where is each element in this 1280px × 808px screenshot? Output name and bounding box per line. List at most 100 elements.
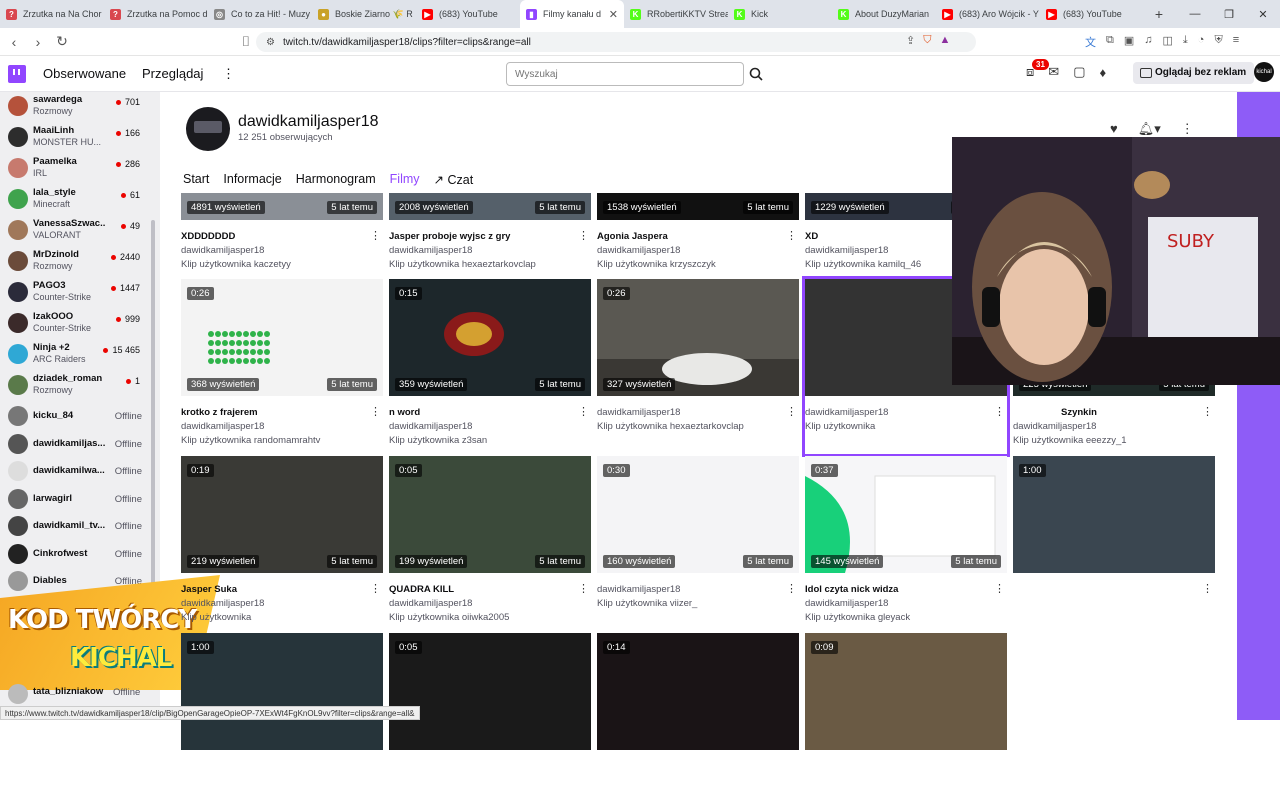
clip-channel[interactable]: dawidkamiljasper18 xyxy=(389,421,472,432)
clip-more-icon[interactable]: ⋮ xyxy=(1202,405,1213,418)
translate-icon[interactable]: 文 xyxy=(1085,34,1096,50)
browse-link[interactable]: Przeglądaj xyxy=(142,66,203,81)
clip-thumbnail[interactable]: 0:05 xyxy=(389,633,591,750)
clip-thumbnail[interactable]: 0:37 145 wyświetleń 5 lat temu xyxy=(805,456,1007,573)
clip-card[interactable]: 1538 wyświetleń 5 lat temu Agonia Jaspera d… xyxy=(597,103,799,278)
clip-thumbnail[interactable]: 0:30 160 wyświetleń 5 lat temu xyxy=(597,456,799,573)
clip-title[interactable]: Jasper Suka xyxy=(181,584,361,595)
sidebar-channel-item[interactable]: MrDzinold Rozmowy 2440 xyxy=(0,247,160,275)
sidebar-channel-item[interactable]: Ninja +2 ARC Raiders 15 465 xyxy=(0,340,160,368)
reload-icon[interactable]: ↻ xyxy=(52,33,72,50)
clip-more-icon[interactable]: ⋮ xyxy=(786,229,797,242)
ad-free-button[interactable]: Oglądaj bez reklam xyxy=(1133,62,1255,84)
following-link[interactable]: Obserwowane xyxy=(43,66,126,81)
whispers-icon[interactable]: ✉ xyxy=(1048,64,1059,80)
sidebar-channel-item[interactable]: VanessaSzwac... VALORANT 49 xyxy=(0,216,160,244)
vpn-icon[interactable]: ⛨ xyxy=(1214,34,1222,50)
clip-author[interactable]: Klip użytkownika hexaeztarkovclap xyxy=(389,259,536,270)
clip-title[interactable]: Agonia Jaspera xyxy=(597,231,777,242)
clip-more-icon[interactable]: ⋮ xyxy=(370,582,381,595)
clip-author[interactable]: Klip użytkownika eeezzy_1 xyxy=(1013,435,1127,446)
clip-more-icon[interactable]: ⋮ xyxy=(578,405,589,418)
clip-card[interactable]: 0:37 145 wyświetleń 5 lat temu Idol czyta n… xyxy=(805,456,1007,631)
sidebar-channel-item[interactable]: Paamelka IRL 286 xyxy=(0,154,160,182)
sidebar-channel-item[interactable]: dawidkamil_tv... Offline xyxy=(0,512,160,540)
chat-bubble-icon[interactable]: ▢ xyxy=(1073,64,1085,80)
minimize-icon[interactable]: — xyxy=(1178,8,1212,20)
sidebar-channel-item[interactable]: dawidkamiljas... Offline xyxy=(0,430,160,458)
sidebar-channel-item[interactable]: sawardega Rozmowy 701 xyxy=(0,92,160,120)
clip-thumbnail[interactable]: 0:26 327 wyświetleń xyxy=(597,279,799,396)
clip-title[interactable]: XDDDDDDD xyxy=(181,231,361,242)
restore-icon[interactable]: ❐ xyxy=(1212,8,1246,21)
clip-more-icon[interactable]: ⋮ xyxy=(786,405,797,418)
clip-author[interactable]: Klip użytkownika xyxy=(181,612,251,623)
clip-channel[interactable]: dawidkamiljasper18 xyxy=(1013,421,1096,432)
close-tab-icon[interactable]: ✕ xyxy=(609,8,618,21)
clip-author[interactable]: Klip użytkownika gleyack xyxy=(805,612,910,623)
clip-thumbnail[interactable]: 4891 wyświetleń 5 lat temu xyxy=(181,193,383,220)
rewards-icon[interactable]: ▲ xyxy=(939,34,950,47)
clip-author[interactable]: Klip użytkownika hexaeztarkovclap xyxy=(597,421,744,432)
clip-author[interactable]: Klip użytkownika xyxy=(805,421,875,432)
clip-channel[interactable]: dawidkamiljasper18 xyxy=(181,421,264,432)
browser-tab[interactable]: K RRobertiKKTV Strea xyxy=(624,0,728,28)
clip-thumbnail[interactable]: 2008 wyświetleń 5 lat temu xyxy=(389,193,591,220)
clip-channel[interactable]: dawidkamiljasper18 xyxy=(597,245,680,256)
clip-more-icon[interactable]: ⋮ xyxy=(370,405,381,418)
clip-thumbnail[interactable]: 0:15 359 wyświetleń 5 lat temu xyxy=(389,279,591,396)
clip-card[interactable]: 0:09 xyxy=(805,633,1007,808)
clip-card[interactable]: 0:05 199 wyświetleń 5 lat temu QUADRA KILL d… xyxy=(389,456,591,631)
sidebar-channel-item[interactable]: kicku_84 Offline xyxy=(0,402,160,430)
clip-channel[interactable]: dawidkamiljasper18 xyxy=(389,245,472,256)
bookmark-icon[interactable]: ⌷ xyxy=(236,33,256,50)
sidebar-channel-item[interactable]: IzakOOO Counter-Strike 999 xyxy=(0,309,160,337)
download-icon[interactable]: ⤓ xyxy=(1183,34,1188,50)
sidebar-channel-item[interactable]: Cinkrofwest Offline xyxy=(0,540,160,568)
browser-tab[interactable]: ◎ Co to za Hit! - Muzy xyxy=(208,0,312,28)
sidebar-toggle-icon[interactable]: ◫ xyxy=(1163,34,1173,50)
browser-tab[interactable]: ▶ (683) YouTube xyxy=(1040,0,1144,28)
channel-avatar[interactable] xyxy=(8,684,28,704)
extension-icon[interactable]: ⧉ xyxy=(1106,34,1114,50)
menu-icon[interactable]: ≡ xyxy=(1233,34,1239,50)
clip-card[interactable]: 0:26 327 wyświetleń dawidkamiljasper18 Klip… xyxy=(597,279,799,454)
clip-title[interactable]: n word xyxy=(389,407,569,418)
sidebar-channel-item[interactable]: larwagirl Offline xyxy=(0,485,160,513)
clip-author[interactable]: Klip użytkownika kamilq_46 xyxy=(805,259,921,270)
browser-tab[interactable]: ▶ (683) Aro Wójcik - Y xyxy=(936,0,1040,28)
close-window-icon[interactable]: ✕ xyxy=(1246,8,1280,21)
clip-channel[interactable]: dawidkamiljasper18 xyxy=(805,407,888,418)
clip-thumbnail[interactable]: 1538 wyświetleń 5 lat temu xyxy=(597,193,799,220)
clip-more-icon[interactable]: ⋮ xyxy=(994,405,1005,418)
clip-channel[interactable]: dawidkamiljasper18 xyxy=(805,598,888,609)
clip-thumbnail[interactable]: 0:26 368 wyświetleń 5 lat temu xyxy=(181,279,383,396)
clip-card[interactable]: 0:05 xyxy=(389,633,591,808)
clip-author[interactable]: Klip użytkownika viizer_ xyxy=(597,598,697,609)
clip-channel[interactable]: dawidkamiljasper18 xyxy=(181,598,264,609)
browser-tab[interactable]: K About DuzyMarian xyxy=(832,0,936,28)
clip-more-icon[interactable]: ⋮ xyxy=(786,582,797,595)
brave-shield-icon[interactable]: ⛉ xyxy=(923,34,931,47)
clip-card[interactable]: 4891 wyświetleń 5 lat temu XDDDDDDD dawidka… xyxy=(181,103,383,278)
more-menu-icon[interactable]: ⋮ xyxy=(222,66,235,82)
clip-title[interactable]: Jasper proboje wyjsc z gry xyxy=(389,231,569,242)
clip-card[interactable]: 1:00 ⋮ xyxy=(1013,456,1215,631)
new-tab-button[interactable]: + xyxy=(1144,6,1174,22)
clip-more-icon[interactable]: ⋮ xyxy=(370,229,381,242)
browser-tab[interactable]: ▶ (683) YouTube xyxy=(416,0,520,28)
browser-tab[interactable]: ? Zrzutka na Pomoc d xyxy=(104,0,208,28)
clip-author[interactable]: Klip użytkownika z3san xyxy=(389,435,487,446)
twitch-logo-icon[interactable] xyxy=(8,65,26,83)
clip-thumbnail[interactable]: 0:09 xyxy=(805,633,1007,750)
forward-icon[interactable]: › xyxy=(28,34,48,50)
sidebar-item-name[interactable]: tata_blizniakow xyxy=(33,686,103,697)
clip-more-icon[interactable]: ⋮ xyxy=(578,229,589,242)
clip-thumbnail[interactable]: 0:19 219 wyświetleń 5 lat temu xyxy=(181,456,383,573)
music-icon[interactable]: ♫ xyxy=(1144,34,1152,50)
clip-channel[interactable]: dawidkamiljasper18 xyxy=(597,584,680,595)
clip-thumbnail[interactable]: 0:14 xyxy=(597,633,799,750)
clip-channel[interactable]: dawidkamiljasper18 xyxy=(181,245,264,256)
clip-author[interactable]: Klip użytkownika randomamrahtv xyxy=(181,435,320,446)
url-field[interactable]: ⚙ twitch.tv/dawidkamiljasper18/clips?fil… xyxy=(256,32,976,52)
